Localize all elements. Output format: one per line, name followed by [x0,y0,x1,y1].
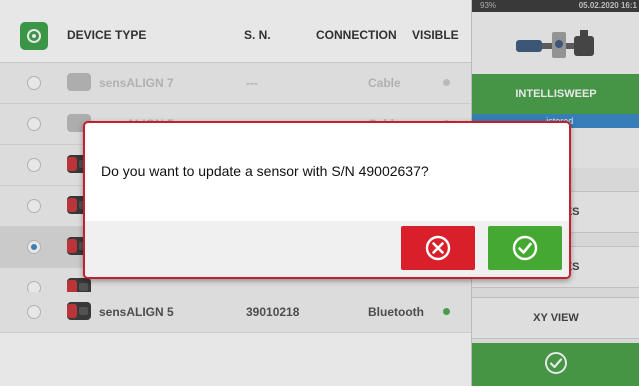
close-circle-icon [425,235,451,261]
update-sensor-dialog: Do you want to update a sensor with S/N … [83,121,571,279]
dialog-message: Do you want to update a sensor with S/N … [101,163,429,179]
cancel-button[interactable] [401,226,475,270]
ok-button[interactable] [488,226,562,270]
check-circle-icon [512,235,538,261]
